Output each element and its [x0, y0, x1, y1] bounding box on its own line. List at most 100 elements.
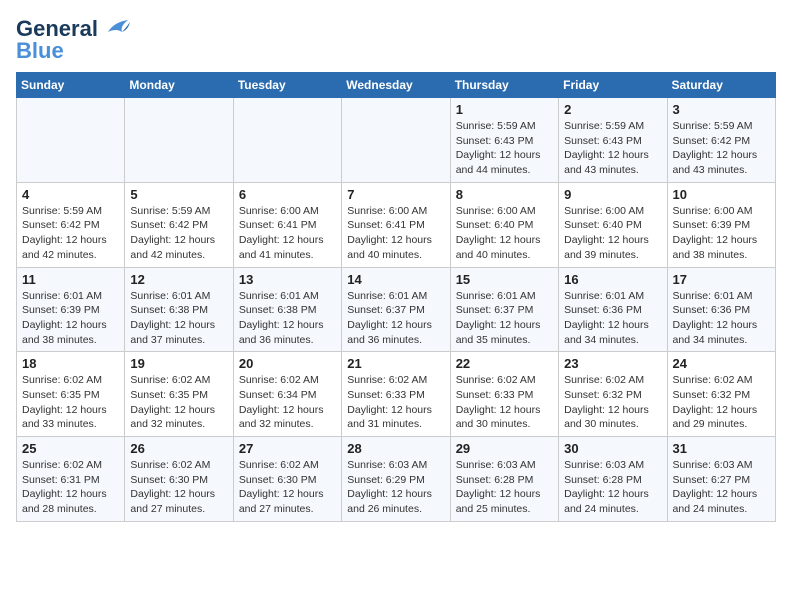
header-day-saturday: Saturday	[667, 73, 775, 98]
logo-bird-icon	[100, 18, 132, 40]
day-info: Sunrise: 6:01 AM Sunset: 6:39 PM Dayligh…	[22, 289, 119, 348]
day-info: Sunrise: 6:03 AM Sunset: 6:28 PM Dayligh…	[564, 458, 661, 517]
day-info: Sunrise: 6:02 AM Sunset: 6:31 PM Dayligh…	[22, 458, 119, 517]
header-day-monday: Monday	[125, 73, 233, 98]
calendar-cell: 13 Sunrise: 6:01 AM Sunset: 6:38 PM Dayli…	[233, 267, 341, 352]
header-day-wednesday: Wednesday	[342, 73, 450, 98]
day-info: Sunrise: 6:00 AM Sunset: 6:39 PM Dayligh…	[673, 204, 770, 263]
calendar-cell: 28 Sunrise: 6:03 AM Sunset: 6:29 PM Dayli…	[342, 437, 450, 522]
day-info: Sunrise: 6:03 AM Sunset: 6:29 PM Dayligh…	[347, 458, 444, 517]
day-info: Sunrise: 5:59 AM Sunset: 6:43 PM Dayligh…	[456, 119, 553, 178]
logo-blue: Blue	[16, 38, 64, 64]
calendar-header: SundayMondayTuesdayWednesdayThursdayFrid…	[17, 73, 776, 98]
day-number: 24	[673, 356, 770, 371]
day-number: 11	[22, 272, 119, 287]
day-info: Sunrise: 5:59 AM Sunset: 6:42 PM Dayligh…	[673, 119, 770, 178]
week-row-4: 18 Sunrise: 6:02 AM Sunset: 6:35 PM Dayli…	[17, 352, 776, 437]
calendar-cell	[125, 98, 233, 183]
calendar-cell: 24 Sunrise: 6:02 AM Sunset: 6:32 PM Dayli…	[667, 352, 775, 437]
calendar-cell	[342, 98, 450, 183]
day-number: 10	[673, 187, 770, 202]
header-row: SundayMondayTuesdayWednesdayThursdayFrid…	[17, 73, 776, 98]
day-info: Sunrise: 6:00 AM Sunset: 6:40 PM Dayligh…	[456, 204, 553, 263]
day-number: 8	[456, 187, 553, 202]
calendar-cell: 27Sunrise: 6:02 AM Sunset: 6:30 PM Dayli…	[233, 437, 341, 522]
calendar-cell: 14Sunrise: 6:01 AM Sunset: 6:37 PM Dayli…	[342, 267, 450, 352]
calendar-cell: 19 Sunrise: 6:02 AM Sunset: 6:35 PM Dayli…	[125, 352, 233, 437]
day-info: Sunrise: 6:02 AM Sunset: 6:33 PM Dayligh…	[456, 373, 553, 432]
day-number: 1	[456, 102, 553, 117]
calendar-cell: 16Sunrise: 6:01 AM Sunset: 6:36 PM Dayli…	[559, 267, 667, 352]
header-day-sunday: Sunday	[17, 73, 125, 98]
day-number: 18	[22, 356, 119, 371]
logo: General Blue	[16, 16, 132, 64]
day-info: Sunrise: 6:00 AM Sunset: 6:40 PM Dayligh…	[564, 204, 661, 263]
calendar-cell: 22Sunrise: 6:02 AM Sunset: 6:33 PM Dayli…	[450, 352, 558, 437]
calendar-cell: 20 Sunrise: 6:02 AM Sunset: 6:34 PM Dayli…	[233, 352, 341, 437]
calendar-cell: 26Sunrise: 6:02 AM Sunset: 6:30 PM Dayli…	[125, 437, 233, 522]
day-info: Sunrise: 6:01 AM Sunset: 6:37 PM Dayligh…	[456, 289, 553, 348]
day-info: Sunrise: 6:00 AM Sunset: 6:41 PM Dayligh…	[239, 204, 336, 263]
day-info: Sunrise: 6:02 AM Sunset: 6:30 PM Dayligh…	[130, 458, 227, 517]
day-number: 6	[239, 187, 336, 202]
week-row-3: 11 Sunrise: 6:01 AM Sunset: 6:39 PM Dayli…	[17, 267, 776, 352]
calendar-cell: 9 Sunrise: 6:00 AM Sunset: 6:40 PM Daylig…	[559, 182, 667, 267]
day-info: Sunrise: 6:02 AM Sunset: 6:35 PM Dayligh…	[130, 373, 227, 432]
day-number: 30	[564, 441, 661, 456]
calendar-cell: 30 Sunrise: 6:03 AM Sunset: 6:28 PM Dayli…	[559, 437, 667, 522]
calendar-cell: 6 Sunrise: 6:00 AM Sunset: 6:41 PM Daylig…	[233, 182, 341, 267]
calendar-body: 1 Sunrise: 5:59 AM Sunset: 6:43 PM Daylig…	[17, 98, 776, 522]
day-number: 13	[239, 272, 336, 287]
calendar-cell	[233, 98, 341, 183]
page-header: General Blue	[16, 16, 776, 64]
calendar-table: SundayMondayTuesdayWednesdayThursdayFrid…	[16, 72, 776, 522]
calendar-cell: 18 Sunrise: 6:02 AM Sunset: 6:35 PM Dayli…	[17, 352, 125, 437]
calendar-cell	[17, 98, 125, 183]
day-info: Sunrise: 5:59 AM Sunset: 6:43 PM Dayligh…	[564, 119, 661, 178]
week-row-2: 4 Sunrise: 5:59 AM Sunset: 6:42 PM Daylig…	[17, 182, 776, 267]
day-number: 12	[130, 272, 227, 287]
day-number: 19	[130, 356, 227, 371]
day-info: Sunrise: 6:01 AM Sunset: 6:36 PM Dayligh…	[673, 289, 770, 348]
day-number: 28	[347, 441, 444, 456]
day-number: 4	[22, 187, 119, 202]
day-number: 17	[673, 272, 770, 287]
day-info: Sunrise: 6:01 AM Sunset: 6:37 PM Dayligh…	[347, 289, 444, 348]
day-number: 15	[456, 272, 553, 287]
calendar-cell: 3 Sunrise: 5:59 AM Sunset: 6:42 PM Daylig…	[667, 98, 775, 183]
calendar-cell: 21Sunrise: 6:02 AM Sunset: 6:33 PM Dayli…	[342, 352, 450, 437]
calendar-cell: 17 Sunrise: 6:01 AM Sunset: 6:36 PM Dayli…	[667, 267, 775, 352]
day-number: 21	[347, 356, 444, 371]
calendar-cell: 23Sunrise: 6:02 AM Sunset: 6:32 PM Dayli…	[559, 352, 667, 437]
calendar-cell: 1 Sunrise: 5:59 AM Sunset: 6:43 PM Daylig…	[450, 98, 558, 183]
day-number: 5	[130, 187, 227, 202]
calendar-cell: 15 Sunrise: 6:01 AM Sunset: 6:37 PM Dayli…	[450, 267, 558, 352]
calendar-cell: 29 Sunrise: 6:03 AM Sunset: 6:28 PM Dayli…	[450, 437, 558, 522]
day-info: Sunrise: 6:02 AM Sunset: 6:32 PM Dayligh…	[673, 373, 770, 432]
day-info: Sunrise: 6:02 AM Sunset: 6:35 PM Dayligh…	[22, 373, 119, 432]
day-number: 29	[456, 441, 553, 456]
calendar-cell: 31Sunrise: 6:03 AM Sunset: 6:27 PM Dayli…	[667, 437, 775, 522]
calendar-cell: 4 Sunrise: 5:59 AM Sunset: 6:42 PM Daylig…	[17, 182, 125, 267]
day-number: 20	[239, 356, 336, 371]
day-info: Sunrise: 6:01 AM Sunset: 6:38 PM Dayligh…	[239, 289, 336, 348]
day-info: Sunrise: 5:59 AM Sunset: 6:42 PM Dayligh…	[22, 204, 119, 263]
day-number: 3	[673, 102, 770, 117]
calendar-cell: 8 Sunrise: 6:00 AM Sunset: 6:40 PM Daylig…	[450, 182, 558, 267]
day-info: Sunrise: 6:01 AM Sunset: 6:38 PM Dayligh…	[130, 289, 227, 348]
calendar-cell: 11 Sunrise: 6:01 AM Sunset: 6:39 PM Dayli…	[17, 267, 125, 352]
day-info: Sunrise: 6:02 AM Sunset: 6:32 PM Dayligh…	[564, 373, 661, 432]
day-number: 2	[564, 102, 661, 117]
day-number: 16	[564, 272, 661, 287]
week-row-1: 1 Sunrise: 5:59 AM Sunset: 6:43 PM Daylig…	[17, 98, 776, 183]
day-info: Sunrise: 6:03 AM Sunset: 6:28 PM Dayligh…	[456, 458, 553, 517]
day-info: Sunrise: 6:03 AM Sunset: 6:27 PM Dayligh…	[673, 458, 770, 517]
day-info: Sunrise: 6:02 AM Sunset: 6:34 PM Dayligh…	[239, 373, 336, 432]
day-number: 9	[564, 187, 661, 202]
week-row-5: 25Sunrise: 6:02 AM Sunset: 6:31 PM Dayli…	[17, 437, 776, 522]
day-number: 7	[347, 187, 444, 202]
header-day-friday: Friday	[559, 73, 667, 98]
calendar-cell: 12 Sunrise: 6:01 AM Sunset: 6:38 PM Dayli…	[125, 267, 233, 352]
day-number: 27	[239, 441, 336, 456]
calendar-cell: 2 Sunrise: 5:59 AM Sunset: 6:43 PM Daylig…	[559, 98, 667, 183]
